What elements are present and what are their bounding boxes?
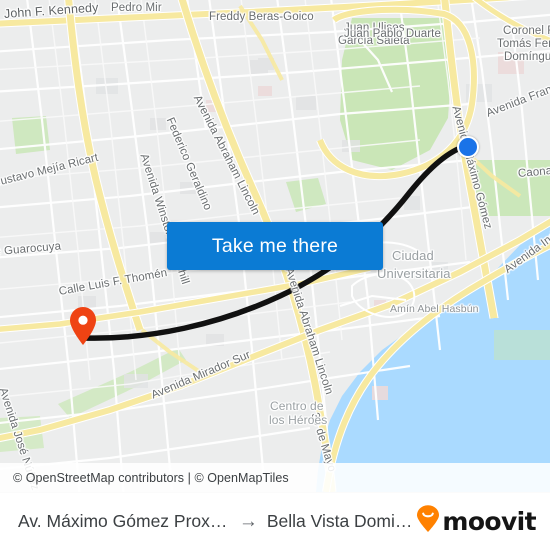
route-destination-label: Bella Vista Dominic... bbox=[266, 511, 417, 531]
map-canvas[interactable]: John F. Kennedy Pedro Mir Freddy Beras-G… bbox=[0, 0, 550, 492]
attribution-text: © OpenStreetMap contributors | © OpenMap… bbox=[13, 470, 289, 485]
origin-marker-pin[interactable] bbox=[68, 306, 98, 346]
moovit-pin-icon bbox=[416, 505, 440, 538]
map-attribution: © OpenStreetMap contributors | © OpenMap… bbox=[0, 463, 550, 492]
moovit-wordmark: moovit bbox=[442, 507, 536, 536]
route-summary[interactable]: Av. Máximo Gómez Prox. C/... → Bella Vis… bbox=[18, 511, 416, 532]
bottom-bar: Av. Máximo Gómez Prox. C/... → Bella Vis… bbox=[0, 492, 550, 550]
route-origin-label: Av. Máximo Gómez Prox. C/... bbox=[18, 511, 230, 531]
destination-marker-dot[interactable] bbox=[457, 136, 479, 158]
take-me-there-button[interactable]: Take me there bbox=[167, 222, 383, 270]
take-me-there-label: Take me there bbox=[211, 234, 339, 257]
arrow-right-icon: → bbox=[238, 511, 258, 532]
park-small-right bbox=[476, 160, 550, 216]
park-misc bbox=[494, 330, 550, 360]
moovit-logo[interactable]: moovit bbox=[416, 505, 537, 538]
moovit-map-screen: John F. Kennedy Pedro Mir Freddy Beras-G… bbox=[0, 0, 550, 550]
